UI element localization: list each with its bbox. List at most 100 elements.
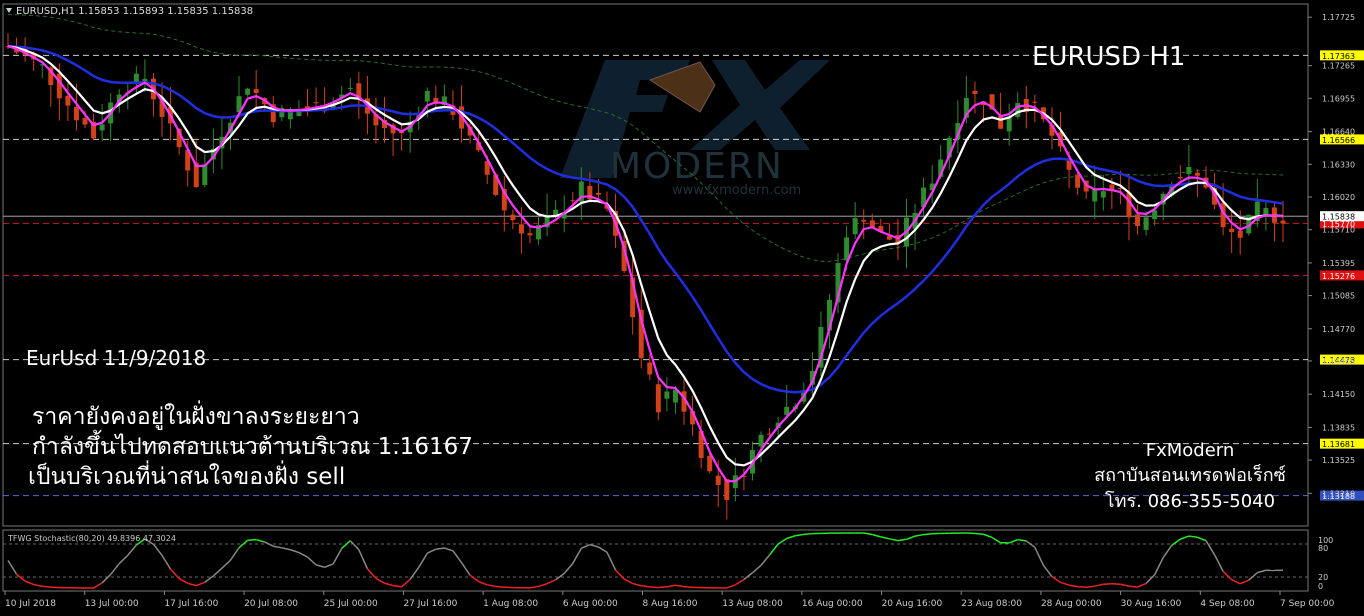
- stoch-segment: [658, 585, 667, 589]
- y-tick-label: 1.17265: [1322, 62, 1355, 71]
- x-tick-label: 16 Aug 00:00: [802, 599, 863, 609]
- analysis-line-3: เป็นบริเวณที่น่าสนใจของฝั่ง sell: [28, 460, 345, 490]
- stoch-segment: [649, 586, 659, 589]
- x-tick-label: 27 Jul 16:00: [403, 599, 457, 609]
- chart-title: EURUSD H1: [1032, 42, 1185, 72]
- watermark-modern: MODERN: [610, 146, 784, 187]
- stoch-segment: [495, 585, 505, 588]
- candle-body: [570, 200, 576, 202]
- candle-body: [664, 391, 670, 399]
- candle-body: [1135, 214, 1141, 226]
- x-tick-label: 10 Jul 2018: [5, 599, 56, 609]
- candle-body: [998, 116, 1004, 129]
- candle-body: [245, 88, 251, 95]
- candle-body: [313, 102, 319, 104]
- candle-body: [869, 220, 875, 228]
- candle-body: [347, 87, 353, 89]
- y-tick-label: 1.13210: [1322, 489, 1355, 498]
- x-tick-label: 6 Aug 00:00: [563, 599, 618, 609]
- date-note: EurUsd 11/9/2018: [26, 346, 206, 370]
- candle-body: [65, 95, 71, 106]
- x-tick-label: 30 Aug 16:00: [1121, 599, 1182, 609]
- candle-body: [99, 124, 105, 131]
- candle-body: [1075, 174, 1081, 188]
- y-tick-label: 1.16330: [1322, 160, 1355, 169]
- candle-body: [1263, 207, 1269, 216]
- candle-body: [518, 224, 524, 234]
- level-tag-label: 1.17363: [1322, 52, 1355, 61]
- y-tick-label: 1.14770: [1322, 325, 1355, 334]
- candle-body: [655, 384, 661, 413]
- x-tick-label: 13 Aug 08:00: [722, 599, 783, 609]
- analysis-line-1: ราคายังคงอยู่ในฝั่งขาลงระยะยาว: [32, 400, 360, 430]
- x-tick-label: 1 Aug 08:00: [483, 599, 538, 609]
- x-tick-label: 28 Aug 00:00: [1041, 599, 1102, 609]
- candle-body: [1237, 230, 1243, 238]
- y-tick-label: 1.16955: [1322, 94, 1355, 103]
- candle-body: [202, 164, 208, 186]
- y-tick-label: 1.17725: [1322, 13, 1355, 22]
- candle-body: [758, 434, 764, 447]
- candle-body: [861, 219, 867, 222]
- candle-body: [527, 233, 533, 236]
- candle-body: [1100, 191, 1106, 198]
- candle-body: [1177, 176, 1183, 179]
- candle-body: [510, 214, 516, 221]
- forex-chart: MODERN www.fxmodern.com 1.173631.165661.…: [0, 0, 1364, 616]
- brand-phone: โทร. 086-355-5040: [1105, 490, 1275, 512]
- stoch-segment: [42, 585, 51, 588]
- level-tag-label: 1.16566: [1322, 136, 1355, 145]
- watermark-url: www.fxmodern.com: [672, 183, 801, 198]
- current-price-label: 1.15838: [1322, 213, 1355, 222]
- stoch-level-20: 20: [1318, 573, 1328, 582]
- y-tick-label: 1.14150: [1322, 390, 1355, 399]
- y-tick-label: 1.15710: [1322, 226, 1355, 235]
- level-tag-label: 1.13681: [1322, 440, 1355, 449]
- x-tick-label: 8 Aug 16:00: [643, 599, 698, 609]
- candle-body: [1152, 210, 1158, 220]
- stoch-segment: [1077, 585, 1087, 589]
- y-tick-label: 1.13835: [1322, 423, 1355, 432]
- candle-body: [56, 73, 62, 99]
- stoch-segment: [683, 585, 693, 589]
- analysis-line-2: กำลังขึ้นไปทดสอบแนวต้านบริเวณ 1.16167: [32, 430, 473, 460]
- stoch-scale-bottom: 0: [1318, 582, 1323, 591]
- candle-body: [1015, 103, 1021, 117]
- level-tag-label: 1.15276: [1322, 272, 1355, 281]
- stoch-level-80: 80: [1318, 544, 1328, 553]
- y-tick-label: 1.16640: [1322, 128, 1355, 137]
- x-tick-label: 25 Jul 00:00: [324, 599, 378, 609]
- stochastic-label: TFWG Stochastic(80,20) 49.8396 47.3024: [7, 534, 176, 543]
- candle-body: [972, 90, 978, 95]
- y-tick-label: 1.14465: [1322, 357, 1355, 366]
- stoch-segment: [923, 533, 933, 536]
- candle-body: [424, 90, 430, 102]
- candle-body: [1229, 228, 1235, 233]
- stoch-segment: [247, 538, 257, 542]
- stoch-segment: [803, 532, 813, 536]
- candle-body: [73, 106, 79, 121]
- y-tick-label: 1.15395: [1322, 259, 1355, 268]
- x-tick-label: 4 Sep 08:00: [1200, 599, 1255, 609]
- candle-body: [1032, 101, 1038, 103]
- stoch-segment: [974, 532, 984, 535]
- candle-body: [1143, 217, 1149, 230]
- symbol-info: EURUSD,H1 1.15853 1.15893 1.15835 1.1583…: [16, 6, 253, 17]
- y-tick-label: 1.15085: [1322, 292, 1355, 301]
- x-tick-label: 17 Jul 16:00: [164, 599, 218, 609]
- x-tick-label: 20 Jul 08:00: [244, 599, 298, 609]
- brand-institute: สถาบันสอนเทรดฟอเร็กซ์: [1094, 463, 1286, 486]
- x-tick-label: 7 Sep 00:00: [1280, 599, 1335, 609]
- candle-body: [1280, 220, 1286, 224]
- candle-body: [595, 192, 601, 195]
- brand-name: FxModern: [1146, 440, 1235, 461]
- candle-body: [1186, 166, 1192, 175]
- candle-body: [82, 118, 88, 125]
- x-tick-label: 20 Aug 16:00: [882, 599, 943, 609]
- y-tick-label: 1.13525: [1322, 456, 1355, 465]
- candle-body: [852, 218, 858, 235]
- candle-body: [715, 475, 721, 485]
- candle-body: [253, 89, 259, 94]
- candle-body: [1194, 172, 1200, 176]
- x-tick-label: 23 Aug 08:00: [961, 599, 1022, 609]
